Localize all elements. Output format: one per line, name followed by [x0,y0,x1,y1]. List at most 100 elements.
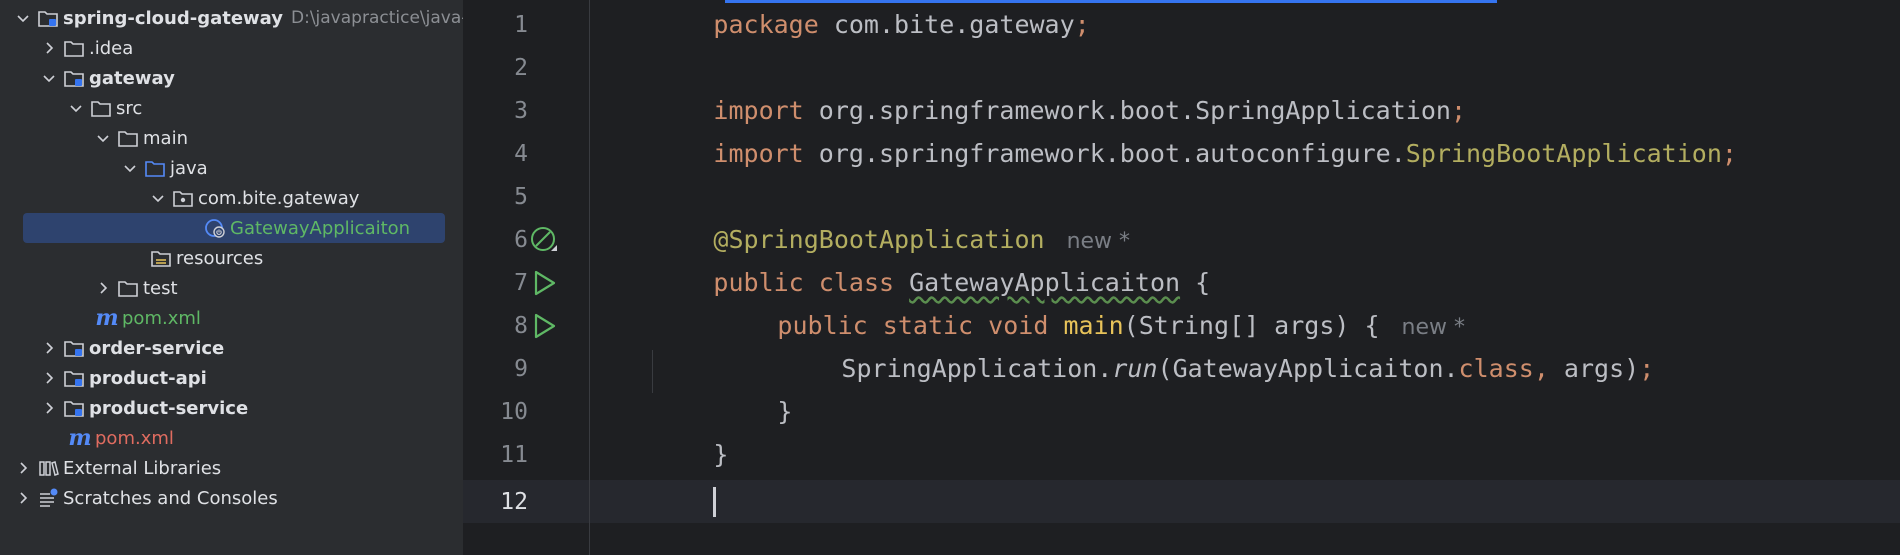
chevron-right-icon[interactable] [41,40,57,56]
chevron-down-icon[interactable] [150,190,166,206]
chevron-right-icon[interactable] [95,280,111,296]
tree-item-package[interactable]: com.bite.gateway [0,183,463,213]
line-number: 5 [514,183,528,210]
tree-item-label: product-api [89,367,207,389]
module-folder-icon [63,368,85,388]
text-caret [713,487,717,517]
tree-item-label: .idea [89,37,134,59]
chevron-right-icon[interactable] [41,370,57,386]
tree-item-label: pom.xml [95,427,174,449]
keyword: import [713,139,804,168]
code-editor[interactable]: 1 package com.bite.gateway; 2 3 import o… [463,0,1900,555]
tree-item-label: pom.xml [122,307,201,329]
tree-item-label: src [116,97,143,119]
tree-item-label: order-service [89,337,225,359]
tree-item-label: java [170,157,208,179]
run-gutter-icon[interactable] [528,310,560,342]
project-tree[interactable]: spring-cloud-gateway D:\javapractice\jav… [0,0,463,555]
chevron-down-icon[interactable] [122,160,138,176]
tree-item-label: main [143,127,188,149]
tree-item-test[interactable]: test [0,273,463,303]
tree-item-label: spring-cloud-gateway [63,7,283,29]
ide-window: spring-cloud-gateway D:\javapractice\jav… [0,0,1900,555]
spring-bean-gutter-icon[interactable] [528,224,560,256]
comma: , [1533,354,1549,383]
line-number: 10 [500,398,528,425]
tree-item-gateway-pom[interactable]: m pom.xml [0,303,463,333]
code-text: com.bite.gateway [818,10,1075,39]
tree-item-order-service[interactable]: order-service [0,333,463,363]
line-number: 4 [514,140,528,167]
tree-item-label: com.bite.gateway [198,187,360,209]
chevron-right-icon[interactable] [41,340,57,356]
tree-item-label: Scratches and Consoles [63,487,278,509]
keyword: package [713,10,819,39]
module-folder-icon [63,398,85,418]
tree-item-src[interactable]: src [0,93,463,123]
chevron-right-icon[interactable] [41,400,57,416]
tree-item-product-service[interactable]: product-service [0,393,463,423]
line-number: 12 [500,488,528,515]
source-folder-icon [144,158,166,178]
line-number: 8 [514,312,528,339]
folder-icon [90,98,112,118]
module-folder-icon [63,68,85,88]
chevron-right-icon[interactable] [15,460,31,476]
semicolon: ; [1074,10,1090,39]
line-number: 6 [514,226,528,253]
method-call: run [1112,354,1158,383]
tree-item-resources[interactable]: resources [0,243,463,273]
package-icon [172,188,194,208]
run-gutter-icon[interactable] [528,267,560,299]
tree-item-java[interactable]: java [0,153,463,183]
tree-item-gateway-application[interactable]: GatewayApplicaiton [0,213,463,243]
keyword: class [1458,354,1534,383]
scratches-icon [37,488,59,508]
module-folder-icon [63,338,85,358]
annotation-class: SpringBootApplication [1405,139,1722,168]
module-folder-icon [37,8,59,28]
folder-icon [117,278,139,298]
tree-item-gateway[interactable]: gateway [0,63,463,93]
semicolon: ; [1639,354,1655,383]
tree-item-label: test [143,277,178,299]
spring-boot-class-icon [204,218,226,238]
line-number: 7 [514,269,528,296]
tree-item-idea[interactable]: .idea [0,33,463,63]
chevron-down-icon[interactable] [95,130,111,146]
code-text: } [777,397,793,426]
resources-folder-icon [150,248,172,268]
tree-item-product-api[interactable]: product-api [0,363,463,393]
line-number: 11 [500,441,528,468]
class-ref: SpringApplication. [841,354,1113,383]
code-line[interactable]: 4 import org.springframework.boot.autoco… [463,132,1900,175]
tree-item-root-pom[interactable]: m pom.xml [0,423,463,453]
folder-icon [117,128,139,148]
tree-item-label: product-service [89,397,249,419]
tree-item-label: GatewayApplicaiton [230,217,411,239]
maven-icon: m [68,425,92,451]
semicolon: ; [1721,139,1737,168]
line-number: 9 [514,355,528,382]
tree-item-label: gateway [89,67,175,89]
code-text: (GatewayApplicaiton. [1157,354,1459,383]
maven-icon: m [95,305,119,331]
tree-item-label: External Libraries [63,457,222,479]
code-line[interactable]: 1 package com.bite.gateway; [463,3,1900,46]
tree-item-label: resources [176,247,264,269]
folder-icon [63,38,85,58]
code-text: args) [1548,354,1640,383]
chevron-down-icon[interactable] [41,70,57,86]
project-path: D:\javapractice\java-s [291,8,463,28]
tree-item-root[interactable]: spring-cloud-gateway D:\javapractice\jav… [0,3,463,33]
library-icon [37,458,59,478]
chevron-down-icon[interactable] [15,10,31,26]
chevron-down-icon[interactable] [68,100,84,116]
chevron-right-icon[interactable] [15,490,31,506]
code-text: org.springframework.boot.autoconfigure. [803,139,1406,168]
tree-item-main[interactable]: main [0,123,463,153]
line-number: 3 [514,97,528,124]
tree-item-scratches[interactable]: Scratches and Consoles [0,483,463,513]
code-line-current[interactable]: 12 [463,480,1900,523]
tree-item-external-libraries[interactable]: External Libraries [0,453,463,483]
